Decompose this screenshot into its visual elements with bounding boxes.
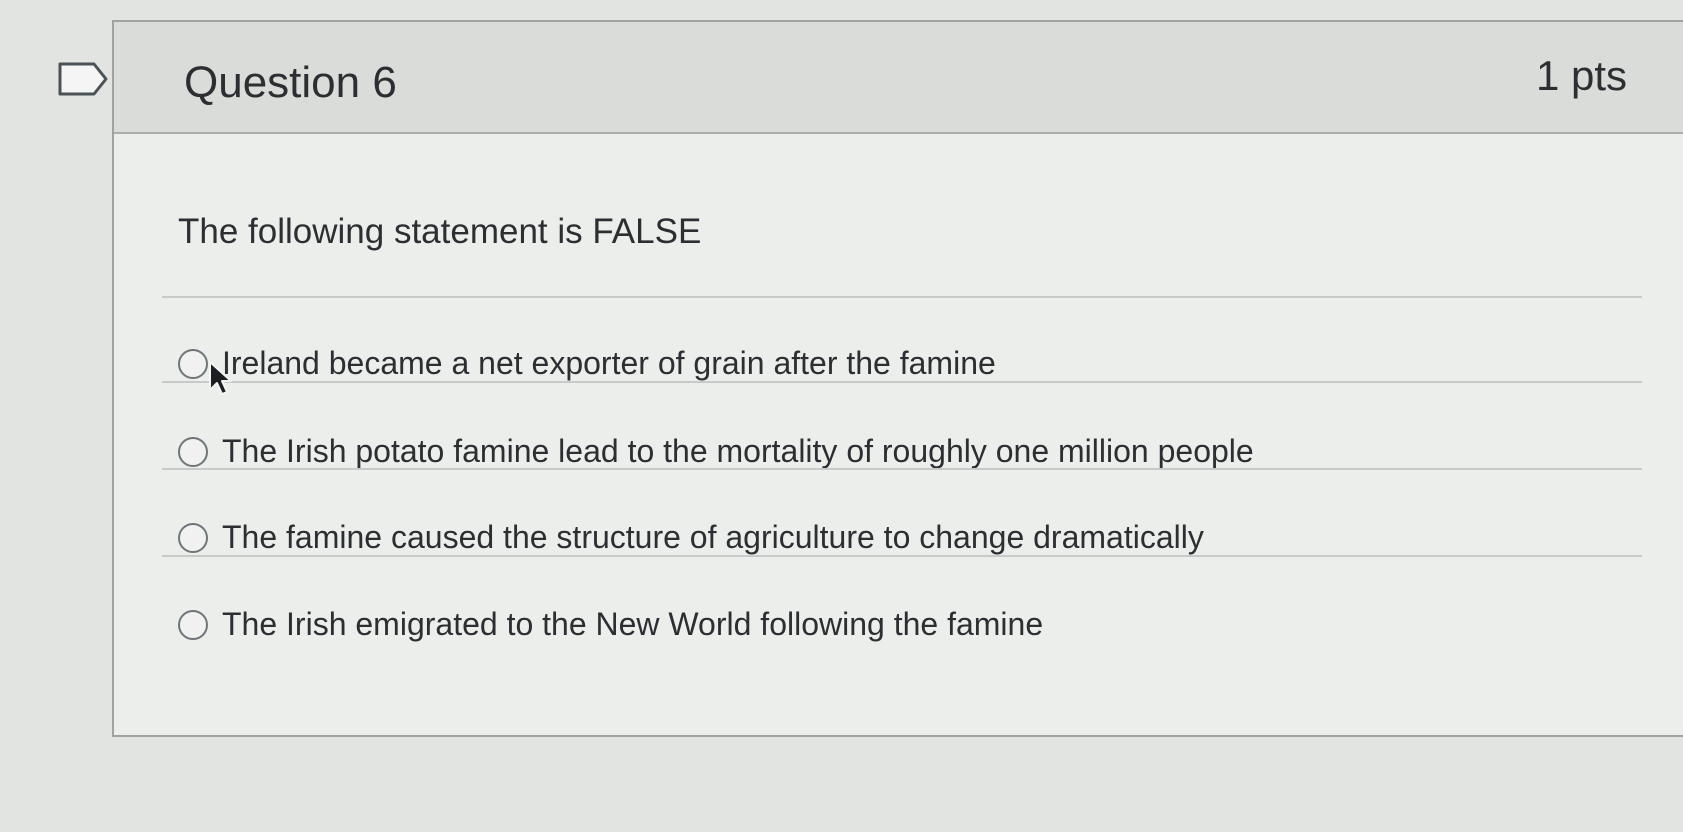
question-points: 1 pts — [1535, 52, 1627, 99]
answer-divider — [162, 555, 1642, 557]
radio-button[interactable] — [178, 436, 208, 467]
answer-divider — [162, 381, 1642, 383]
question-text: The following statement is FALSE — [178, 212, 702, 251]
answers-divider — [162, 296, 1642, 298]
question-title: Question 6 — [184, 58, 397, 107]
answer-label: The Irish emigrated to the New World fol… — [222, 606, 1044, 642]
answer-divider — [162, 468, 1642, 470]
radio-button[interactable] — [178, 522, 208, 553]
answer-option-4[interactable]: The Irish emigrated to the New World fol… — [178, 606, 1043, 643]
radio-button[interactable] — [178, 609, 208, 640]
answer-option-1[interactable]: Ireland became a net exporter of grain a… — [178, 345, 996, 382]
answer-label: Ireland became a net exporter of grain a… — [222, 345, 996, 381]
question-header: Question 6 1 pts — [114, 22, 1683, 134]
answer-option-3[interactable]: The famine caused the structure of agric… — [178, 519, 1204, 556]
answer-option-2[interactable]: The Irish potato famine lead to the mort… — [178, 433, 1254, 470]
radio-button[interactable] — [178, 348, 208, 379]
answer-label: The Irish potato famine lead to the mort… — [222, 433, 1254, 469]
flag-question-icon[interactable] — [58, 62, 110, 96]
question-card: Question 6 1 pts The following statement… — [112, 20, 1683, 737]
answer-label: The famine caused the structure of agric… — [222, 519, 1204, 555]
